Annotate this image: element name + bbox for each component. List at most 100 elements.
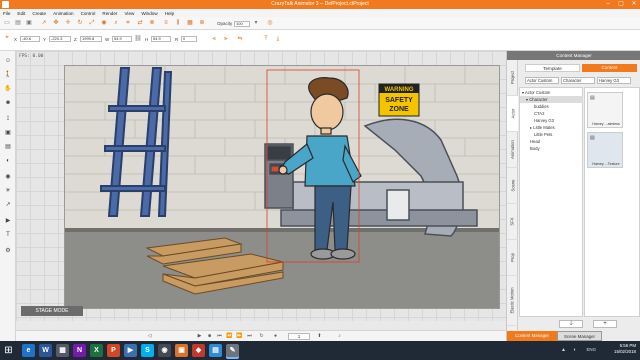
composer-icon[interactable]: ▣ (4, 129, 12, 137)
tree-node[interactable]: Head (520, 138, 583, 145)
taskbar-app-icon[interactable]: ▤ (209, 344, 222, 357)
tree-node[interactable]: Harvey G3 (520, 117, 583, 124)
side-tab-scene[interactable]: Scene (507, 168, 518, 204)
side-tab-animation[interactable]: Animation (507, 132, 518, 168)
menu-edit[interactable]: Edit (17, 11, 25, 16)
open-icon[interactable]: ▤ (14, 19, 22, 27)
volume-icon[interactable]: ◁ (146, 333, 153, 340)
volume-tray-icon[interactable]: ◖ (573, 347, 576, 353)
path-category-dropdown[interactable]: Character (561, 77, 595, 84)
scene-canvas[interactable]: WARNING SAFETY ZONE (64, 65, 500, 309)
record-icon[interactable]: ● (272, 333, 279, 340)
side-tab-project[interactable]: Project (507, 60, 518, 96)
taskbar-app-icon[interactable]: ◆ (192, 344, 205, 357)
add-button[interactable]: + (593, 320, 617, 328)
menu-control[interactable]: Control (81, 11, 96, 16)
menu-animation[interactable]: Animation (53, 11, 73, 16)
content-thumbnail[interactable]: ▤ Harvey ...Texture (587, 132, 623, 168)
taskbar-app-icon[interactable]: ▣ (175, 344, 188, 357)
group-icon[interactable]: ▦ (186, 19, 194, 27)
stop-icon[interactable]: ■ (206, 333, 213, 340)
menu-window[interactable]: Window (141, 11, 157, 16)
loop-icon[interactable]: ↻ (258, 333, 265, 340)
taskbar-app-icon[interactable]: ▦ (56, 344, 69, 357)
taskbar-app-icon[interactable]: P (107, 344, 120, 357)
audio-icon[interactable]: ♪ (336, 333, 343, 340)
opacity-dropdown-icon[interactable]: ▾ (252, 19, 260, 27)
save-icon[interactable]: ▣ (25, 19, 33, 27)
taskbar-app-icon[interactable]: ▶ (124, 344, 137, 357)
select-tool-icon[interactable]: ➚ (40, 19, 48, 27)
move-tool-icon[interactable]: ✛ (64, 19, 72, 27)
render-icon[interactable]: ▶ (4, 217, 12, 225)
side-tab-actor[interactable]: Actor (507, 96, 518, 132)
x-field[interactable]: -40.6 (20, 36, 40, 42)
minimize-icon[interactable]: – (602, 0, 614, 9)
tree-node[interactable]: ▸ Little Mates (520, 124, 583, 131)
windows-start-icon[interactable]: ⊞ (3, 345, 14, 356)
mask-icon[interactable]: ◐ (4, 157, 12, 165)
zoom-tool-icon[interactable]: ⌕ (112, 19, 120, 27)
scale-tool-icon[interactable]: ⤢ (88, 19, 96, 27)
menu-create[interactable]: Create (32, 11, 46, 16)
motion-icon[interactable]: 🚶 (4, 71, 12, 79)
first-frame-icon[interactable]: ⏮ (216, 333, 223, 340)
link-size-icon[interactable]: ⛓ (134, 35, 142, 43)
crop-tool-icon[interactable]: ⌗ (124, 19, 132, 27)
tree-node[interactable]: ▾ Character (520, 96, 583, 103)
sprite-icon[interactable]: ▤ (4, 143, 12, 151)
tree-node[interactable]: Body (520, 145, 583, 152)
distribute-icon[interactable]: ⫼ (174, 19, 182, 27)
settings-icon[interactable]: ⚙ (4, 247, 12, 255)
light-icon[interactable]: ☀ (4, 187, 12, 195)
path-root-dropdown[interactable]: Actor Custom (525, 77, 559, 84)
tab-content-manager[interactable]: Content Manager (507, 331, 557, 341)
tree-node[interactable]: Little Pets (520, 131, 583, 138)
network-icon[interactable]: ▲ (561, 347, 566, 353)
menu-help[interactable]: Help (165, 11, 174, 16)
link-icon[interactable]: ⊕ (198, 19, 206, 27)
frame-input[interactable]: 1 (288, 333, 310, 340)
tab-content[interactable]: Content (582, 64, 637, 72)
close-icon[interactable]: ✕ (628, 0, 640, 9)
play-icon[interactable]: ▶ (196, 333, 203, 340)
side-tab-elastic-motion[interactable]: Elastic Motion (507, 276, 518, 326)
align-center-icon[interactable]: ⫸ (222, 35, 230, 43)
taskbar-app-icon[interactable]: e (22, 344, 35, 357)
face-icon[interactable]: ☻ (4, 99, 12, 107)
menu-view[interactable]: View (124, 11, 134, 16)
tab-template[interactable]: Template (525, 64, 580, 72)
download-button[interactable]: 🡓 (559, 320, 583, 328)
path-item-dropdown[interactable]: Harvey G3 (597, 77, 631, 84)
h-field[interactable]: 54.9 (151, 36, 171, 42)
content-thumbnail[interactable]: ▤ Harvey ...aimless (587, 92, 623, 128)
side-tab-sfx[interactable]: SFX (507, 204, 518, 240)
stage-viewport[interactable]: FPS: 0.00 WARNING SAFETY ZONE STAGE MODE (16, 51, 506, 321)
z-field[interactable]: 1999.8 (80, 36, 102, 42)
send-backward-icon[interactable]: ⤓ (274, 35, 282, 43)
menu-render[interactable]: Render (102, 11, 117, 16)
maximize-icon[interactable]: ▢ (615, 0, 627, 9)
taskbar-app-icon[interactable]: S (141, 344, 154, 357)
text-icon[interactable]: T (4, 231, 12, 239)
new-project-icon[interactable]: ▭ (3, 19, 11, 27)
y-field[interactable]: -220.3 (49, 36, 71, 42)
tree-node[interactable]: ▾ Actor Custom (520, 89, 583, 96)
language-indicator[interactable]: ENG (586, 347, 596, 352)
w-field[interactable]: 54.9 (112, 36, 132, 42)
pan-tool-icon[interactable]: ✥ (52, 19, 60, 27)
r-field[interactable]: 0 (181, 36, 197, 42)
next-frame-icon[interactable]: ⏩ (236, 333, 243, 340)
flip-h-icon[interactable]: ⇋ (236, 35, 244, 43)
actor-icon[interactable]: ☺ (4, 57, 12, 65)
taskbar-app-icon[interactable]: ◉ (158, 344, 171, 357)
tab-scene-manager[interactable]: Scene Manager (557, 331, 602, 341)
frame-up-icon[interactable]: ⬆ (316, 333, 323, 340)
side-tab-prop[interactable]: Prop (507, 240, 518, 276)
prev-frame-icon[interactable]: ⏪ (226, 333, 233, 340)
taskbar-app-icon[interactable]: N (73, 344, 86, 357)
taskbar-app-icon[interactable]: ✎ (226, 344, 239, 357)
lock-tool-icon[interactable]: ⊗ (148, 19, 156, 27)
flip-tool-icon[interactable]: ⇄ (136, 19, 144, 27)
bring-forward-icon[interactable]: ⤒ (262, 35, 270, 43)
